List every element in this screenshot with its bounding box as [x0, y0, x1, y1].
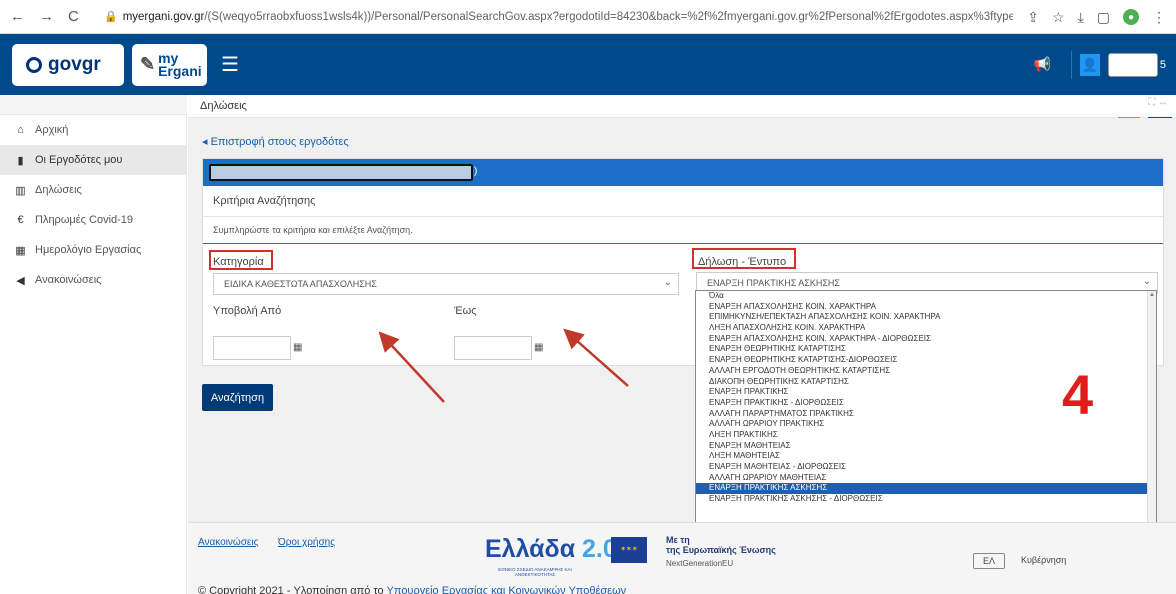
dropdown-option[interactable]: ΕΝΑΡΞΗ ΠΡΑΚΤΙΚΗΣ ΑΣΚΗΣΗΣ - ΔΙΟΡΘΩΣΕΙΣ	[696, 494, 1156, 505]
annotation-number: 4	[1062, 363, 1094, 426]
government-emblem-icon: ΕΛ	[973, 553, 1005, 569]
dropdown-option[interactable]: ΕΝΑΡΞΗ ΘΕΩΡΗΤΙΚΗΣ ΚΑΤΑΡΤΙΣΗΣ	[696, 344, 1156, 355]
eu-flag-icon: ✶✶✶	[611, 537, 647, 563]
eu-text-1: Με τη	[666, 535, 690, 545]
next-generation-eu-label: NextGenerationEU	[666, 559, 734, 568]
dropdown-option[interactable]: ΛΗΞΗ ΑΠΑΣΧΟΛΗΣΗΣ ΚΟΙΝ. ΧΑΡΑΚΤΗΡΑ	[696, 323, 1156, 334]
dropdown-option[interactable]: Όλα	[696, 291, 1156, 302]
ellada-subtitle: ΕΘΝΙΚΟ ΣΧΕΔΙΟ ΑΝΑΚΑΜΨΗΣ ΚΑΙ ΑΝΘΕΚΤΙΚΟΤΗΤ…	[498, 567, 572, 577]
dropdown-scrollbar[interactable]: ▲ ▼	[1147, 291, 1156, 549]
dropdown-option[interactable]: ΕΝΑΡΞΗ ΜΑΘΗΤΕΙΑΣ	[696, 441, 1156, 452]
ministry-link[interactable]: Υπουργείο Εργασίας και Κοινωνικών Υποθέσ…	[387, 585, 627, 594]
eu-funding-text: Με τη της Ευρωπαϊκής Ένωσης	[666, 535, 776, 555]
dropdown-option[interactable]: ΕΝΑΡΞΗ ΑΠΑΣΧΟΛΗΣΗΣ ΚΟΙΝ. ΧΑΡΑΚΤΗΡΑ - ΔΙΟ…	[696, 334, 1156, 345]
dropdown-option[interactable]: ΕΝΑΡΞΗ ΠΡΑΚΤΙΚΗΣ ΑΣΚΗΣΗΣ	[696, 483, 1156, 495]
dropdown-option[interactable]: ΛΗΞΗ ΠΡΑΚΤΙΚΗΣ	[696, 430, 1156, 441]
copyright: © Copyright 2021 - Υλοποίηση από το Υπου…	[198, 585, 626, 594]
dropdown-option[interactable]: ΕΝΑΡΞΗ ΑΠΑΣΧΟΛΗΣΗΣ ΚΟΙΝ. ΧΑΡΑΚΤΗΡΑ	[696, 302, 1156, 313]
arrow-to-date-to	[563, 328, 629, 387]
arrow-to-date-from	[378, 331, 445, 403]
dropdown-option[interactable]: ΑΛΛΑΓΗ ΩΡΑΡΙΟΥ ΜΑΘΗΤΕΙΑΣ	[696, 473, 1156, 484]
eu-text-2: της Ευρωπαϊκής Ένωσης	[666, 545, 776, 555]
copyright-text: © Copyright 2021 - Υλοποίηση από το	[198, 585, 384, 594]
dropdown-option[interactable]: ΛΗΞΗ ΜΑΘΗΤΕΙΑΣ	[696, 451, 1156, 462]
greece-2-0-logo: Ελλάδα 2.0	[485, 535, 617, 564]
footer-announcements-link[interactable]: Ανακοινώσεις	[198, 537, 258, 548]
footer: Ανακοινώσεις Όροι χρήσης Ελλάδα 2.0 ΕΘΝΙ…	[188, 522, 1176, 594]
dropdown-option[interactable]: ΕΠΙΜΗΚΥΝΣΗ/ΕΠΕΚΤΑΣΗ ΑΠΑΣΧΟΛΗΣΗΣ ΚΟΙΝ. ΧΑ…	[696, 312, 1156, 323]
ellada-label: Ελλάδα	[485, 535, 576, 563]
footer-terms-link[interactable]: Όροι χρήσης	[278, 537, 335, 548]
government-label: Κυβέρνηση	[1021, 555, 1067, 565]
dropdown-option[interactable]: ΕΝΑΡΞΗ ΜΑΘΗΤΕΙΑΣ - ΔΙΟΡΘΩΣΕΙΣ	[696, 462, 1156, 473]
scroll-up-icon[interactable]: ▲	[1149, 292, 1155, 298]
